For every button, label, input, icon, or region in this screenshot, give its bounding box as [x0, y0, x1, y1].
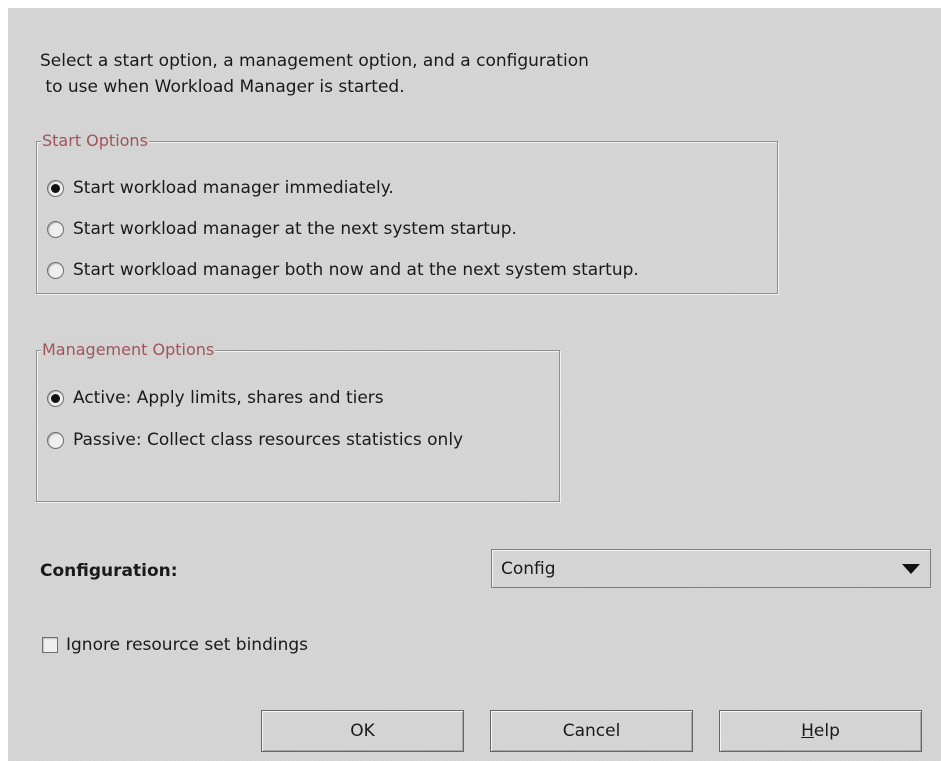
checkbox-unchecked-icon — [42, 637, 58, 653]
radio-active-label: Active: Apply limits, shares and tiers — [73, 388, 384, 408]
help-button-label: elp — [813, 721, 840, 741]
start-options-group: Start Options Start workload manager imm… — [36, 131, 778, 294]
management-options-group: Management Options Active: Apply limits,… — [36, 340, 560, 502]
ignore-bindings-checkbox[interactable]: Ignore resource set bindings — [42, 635, 308, 655]
ignore-bindings-label: Ignore resource set bindings — [66, 635, 309, 655]
ok-button-label: OK — [350, 721, 375, 741]
radio-start-both[interactable]: Start workload manager both now and at t… — [47, 260, 639, 280]
radio-selected-icon — [47, 389, 64, 407]
radio-start-next-startup-label: Start workload manager at the next syste… — [73, 219, 517, 239]
radio-passive-label: Passive: Collect class resources statist… — [73, 430, 464, 450]
ok-button[interactable]: OK — [261, 710, 464, 752]
cancel-button[interactable]: Cancel — [490, 710, 693, 752]
configuration-label: Configuration: — [40, 561, 178, 581]
cancel-button-label: Cancel — [562, 721, 621, 741]
radio-start-both-label: Start workload manager both now and at t… — [73, 260, 639, 280]
configuration-dropdown[interactable]: Config — [491, 549, 931, 588]
configuration-selected-value: Config — [501, 558, 556, 579]
intro-text: Select a start option, a management opti… — [40, 48, 589, 100]
help-button-mnemonic: H — [801, 721, 814, 741]
radio-unselected-icon — [47, 431, 64, 449]
management-options-title: Management Options — [41, 340, 216, 360]
dropdown-arrow-icon — [902, 563, 920, 574]
radio-selected-icon — [47, 179, 64, 197]
intro-line-2: to use when Workload Manager is started. — [40, 77, 405, 97]
radio-unselected-icon — [47, 261, 64, 279]
radio-start-next-startup[interactable]: Start workload manager at the next syste… — [47, 219, 517, 239]
radio-unselected-icon — [47, 220, 64, 238]
start-wlm-dialog: Select a start option, a management opti… — [8, 8, 941, 761]
radio-start-immediately-label: Start workload manager immediately. — [73, 178, 394, 198]
intro-line-1: Select a start option, a management opti… — [40, 51, 589, 71]
radio-active[interactable]: Active: Apply limits, shares and tiers — [47, 388, 384, 408]
radio-start-immediately[interactable]: Start workload manager immediately. — [47, 178, 394, 198]
start-options-title: Start Options — [41, 131, 149, 151]
radio-passive[interactable]: Passive: Collect class resources statist… — [47, 430, 463, 450]
help-button[interactable]: Help — [719, 710, 922, 752]
